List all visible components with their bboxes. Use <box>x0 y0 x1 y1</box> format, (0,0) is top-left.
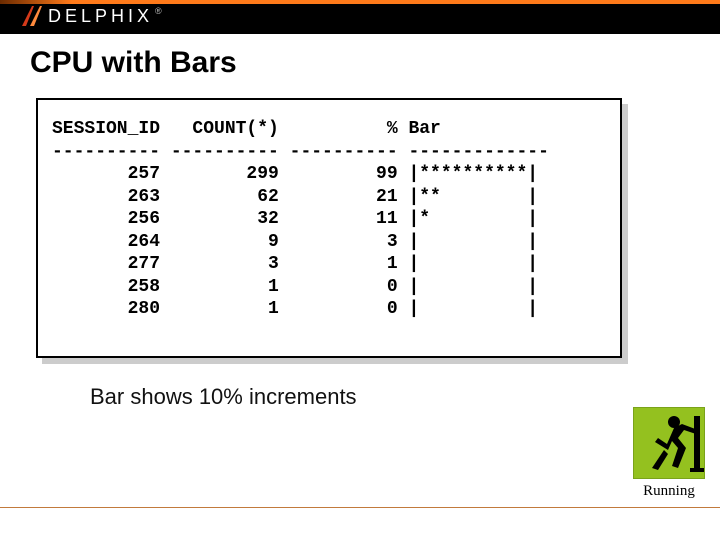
logo: DELPHIX® <box>20 2 166 30</box>
running-label: Running <box>630 483 708 500</box>
page-title: CPU with Bars <box>30 46 690 80</box>
logo-text: DELPHIX® <box>48 6 166 27</box>
slide-content: CPU with Bars SESSION_ID COUNT(*) % Bar … <box>0 34 720 410</box>
footer-divider <box>0 507 720 508</box>
logo-registered: ® <box>155 6 166 16</box>
terminal: SESSION_ID COUNT(*) % Bar ---------- ---… <box>36 98 622 358</box>
logo-mark-icon <box>20 4 48 28</box>
running-icon <box>633 407 705 479</box>
app-header: DELPHIX® <box>0 0 720 34</box>
terminal-panel: SESSION_ID COUNT(*) % Bar ---------- ---… <box>36 98 622 358</box>
terminal-output: SESSION_ID COUNT(*) % Bar ---------- ---… <box>52 118 606 321</box>
caption-text: Bar shows 10% increments <box>90 384 690 410</box>
running-indicator: Running <box>630 407 708 500</box>
logo-text-main: DELPHIX <box>48 6 153 26</box>
